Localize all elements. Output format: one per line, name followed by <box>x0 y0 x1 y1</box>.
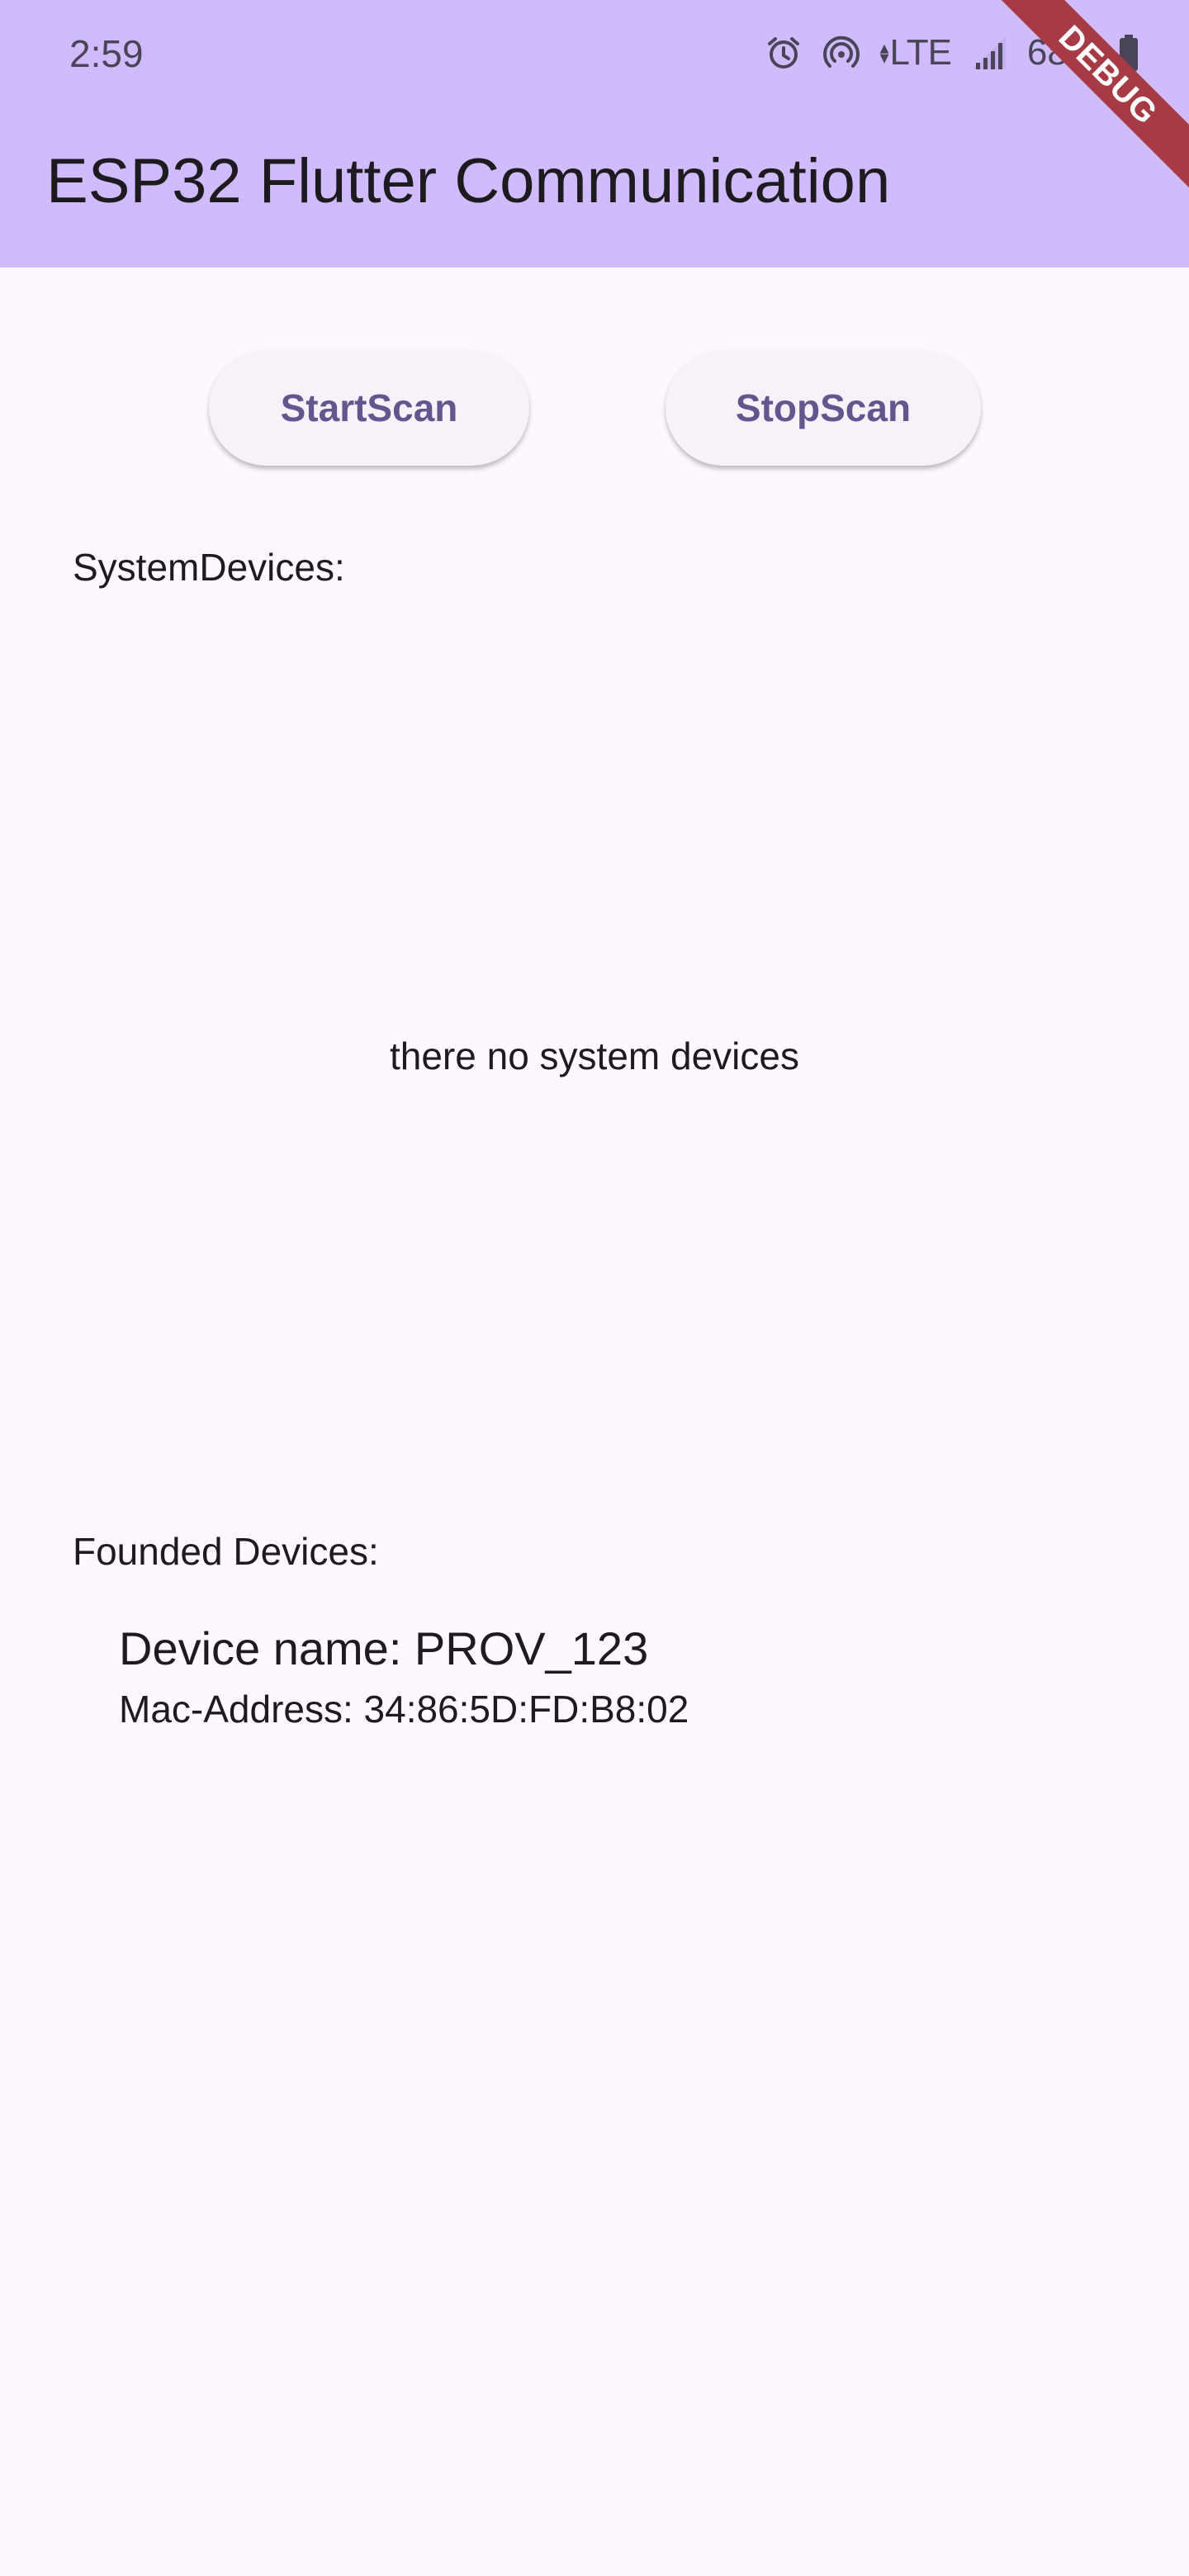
debug-banner-label: DEBUG <box>991 0 1189 197</box>
alarm-icon <box>764 33 803 73</box>
empty-system-devices-message: there no system devices <box>389 1035 799 1077</box>
start-scan-button[interactable]: StartScan <box>209 350 529 466</box>
status-time: 2:59 <box>69 32 144 75</box>
network-type: LTE <box>889 32 951 73</box>
app-title: ESP32 Flutter Communication <box>46 146 891 216</box>
system-devices-label: SystemDevices: <box>73 546 345 589</box>
hotspot-icon <box>822 33 861 73</box>
device-list-item[interactable]: Device name: PROV_123 Mac-Address: 34:86… <box>119 1620 689 1734</box>
device-mac-address: Mac-Address: 34:86:5D:FD:B8:02 <box>119 1688 689 1731</box>
lte-icon: ▴ ▾ LTE <box>879 32 951 73</box>
found-devices-label: Founded Devices: <box>73 1530 379 1573</box>
stop-scan-button[interactable]: StopScan <box>666 350 981 466</box>
data-arrows-icon: ▴ ▾ <box>879 37 888 68</box>
debug-banner: DEBUG <box>991 0 1189 198</box>
device-name: Device name: PROV_123 <box>119 1622 649 1674</box>
